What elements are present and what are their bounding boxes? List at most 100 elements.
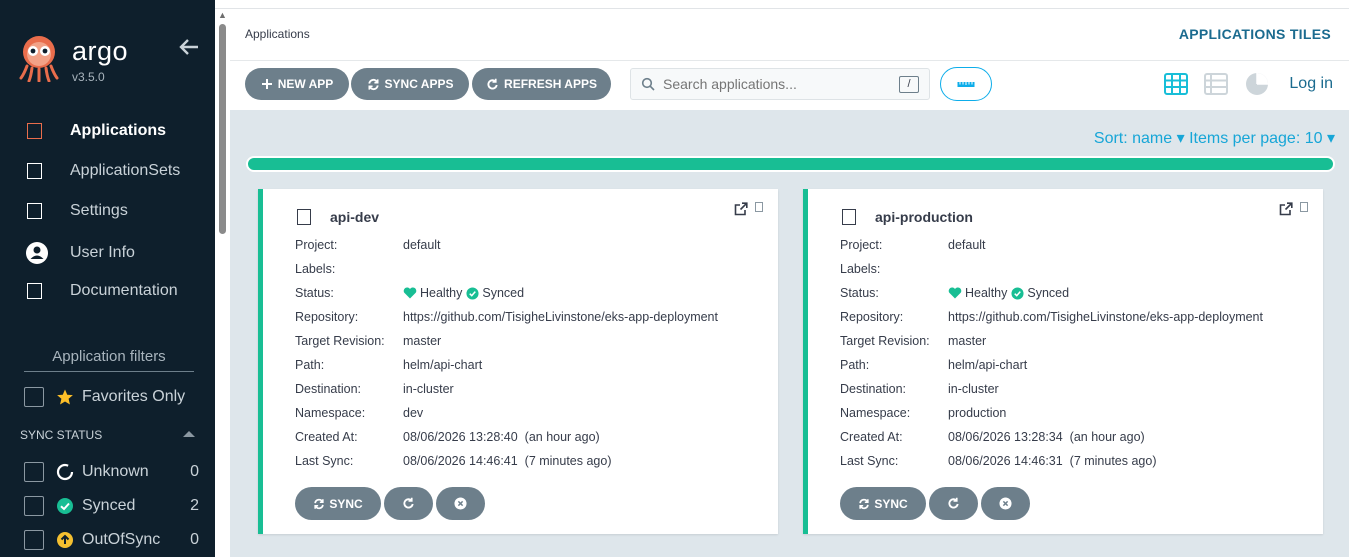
relative-time: (an hour ago) [1069, 430, 1145, 444]
favorite-toggle-icon[interactable] [1300, 202, 1308, 212]
sort-caret-icon[interactable]: ▾ [1172, 130, 1185, 147]
nav-user-info[interactable]: User Info [0, 238, 215, 268]
items-caret-icon[interactable]: ▾ [1323, 130, 1335, 147]
synced-checkbox[interactable] [24, 496, 44, 516]
unknown-checkbox[interactable] [24, 462, 44, 482]
heart-icon [403, 287, 417, 299]
field-value: in-cluster [948, 382, 999, 396]
sync-filter-synced[interactable]: Synced 2 [24, 495, 199, 517]
app-delete-button[interactable] [436, 487, 485, 520]
search-input[interactable] [663, 76, 893, 92]
summary-pie-icon[interactable] [1245, 72, 1269, 96]
filters-toggle-button[interactable] [940, 67, 992, 101]
sync-icon [859, 498, 870, 509]
app-delete-button[interactable] [981, 487, 1030, 520]
app-tile-api-production[interactable]: api-production Project: default Labels: S… [803, 189, 1323, 534]
applications-content: Sort: name ▾ Items per page: 10 ▾ api-de… [230, 110, 1349, 557]
login-link[interactable]: Log in [1289, 75, 1333, 93]
sync-apps-label: SYNC APPS [384, 77, 454, 91]
nav-label: Applications [70, 122, 167, 139]
app-icon [297, 209, 311, 225]
scroll-up-arrow-icon[interactable]: ▲ [218, 10, 227, 20]
external-link-icon[interactable] [1279, 202, 1293, 216]
field-project: Project: default [840, 237, 986, 253]
relative-time: (7 minutes ago) [1069, 454, 1157, 468]
breadcrumb: Applications [245, 27, 310, 41]
field-namespace: Namespace: production [840, 405, 1006, 421]
field-label: Destination: [295, 382, 362, 396]
collapse-up-icon[interactable] [182, 428, 196, 442]
field-last-sync: Last Sync: 08/06/2026 14:46:41 (7 minutes… [295, 453, 612, 469]
refresh-apps-button[interactable]: REFRESH APPS [472, 68, 611, 100]
sync-status: Synced [1027, 286, 1070, 300]
sync-apps-button[interactable]: SYNC APPS [351, 68, 469, 100]
health-status: Healthy [420, 286, 463, 300]
field-label: Project: [840, 238, 883, 252]
new-app-button[interactable]: NEW APP [245, 68, 349, 100]
relative-time: (an hour ago) [524, 430, 600, 444]
star-icon [56, 388, 74, 406]
items-per-page-dropdown[interactable]: Items per page: 10 [1189, 130, 1322, 147]
field-label: Repository: [295, 310, 359, 324]
field-status: Status: Healthy Synced [840, 285, 1069, 301]
nav-label: ApplicationSets [70, 162, 181, 179]
app-name[interactable]: api-production [875, 209, 973, 225]
app-sync-button[interactable]: SYNC [840, 487, 926, 520]
relative-time: (7 minutes ago) [524, 454, 612, 468]
field-label: Status: [840, 286, 879, 300]
field-label: Created At: [840, 430, 903, 444]
favorites-label: Favorites Only [82, 388, 186, 405]
field-value: in-cluster [403, 382, 454, 396]
field-label: Target Revision: [295, 334, 385, 348]
filter-count: 0 [190, 463, 199, 480]
documentation-icon [27, 283, 42, 299]
app-sync-button[interactable]: SYNC [295, 487, 381, 520]
external-link-icon[interactable] [734, 202, 748, 216]
sort-dropdown[interactable]: Sort: name [1094, 130, 1172, 147]
scrollbar-thumb[interactable] [219, 24, 226, 234]
favorites-checkbox[interactable] [24, 387, 44, 407]
nav-applications[interactable]: Applications [0, 116, 215, 146]
filter-label: OutOfSync [82, 531, 161, 548]
search-shortcut-hint: / [899, 76, 919, 93]
filter-label: Synced [82, 497, 136, 514]
list-view-icon[interactable] [1204, 72, 1228, 96]
field-project: Project: default [295, 237, 441, 253]
sync-status-header[interactable]: SYNC STATUS [20, 428, 196, 442]
field-label: Labels: [840, 262, 881, 276]
nav-documentation[interactable]: Documentation [0, 276, 215, 306]
field-status: Status: Healthy Synced [295, 285, 524, 301]
app-name[interactable]: api-dev [330, 209, 379, 225]
applicationsets-icon [27, 163, 42, 179]
synced-check-icon [466, 286, 479, 300]
app-refresh-button[interactable] [384, 487, 433, 520]
field-value: helm/api-chart [948, 358, 1028, 372]
tiles-view-icon[interactable] [1164, 72, 1188, 96]
favorites-only-filter[interactable]: Favorites Only [24, 386, 199, 408]
field-value: production [948, 406, 1007, 420]
app-refresh-button[interactable] [929, 487, 978, 520]
nav-settings[interactable]: Settings [0, 196, 215, 226]
field-path: Path: helm/api-chart [840, 357, 1027, 373]
filter-count: 0 [190, 531, 199, 548]
field-label: Project: [295, 238, 338, 252]
sync-filter-outofsync[interactable]: OutOfSync 0 [24, 529, 199, 551]
nav-applicationsets[interactable]: ApplicationSets [0, 156, 215, 186]
ruler-icon [957, 82, 975, 87]
sync-filter-unknown[interactable]: Unknown 0 [24, 461, 199, 483]
argo-logo[interactable] [18, 34, 60, 83]
field-created-at: Created At: 08/06/2026 13:28:40 (an hour … [295, 429, 600, 445]
field-label: Last Sync: [840, 454, 899, 468]
field-value: 08/06/2026 13:28:34 [948, 430, 1063, 444]
search-box[interactable]: / [630, 68, 930, 100]
field-label: Last Sync: [295, 454, 354, 468]
outofsync-checkbox[interactable] [24, 530, 44, 550]
field-label: Destination: [840, 382, 907, 396]
favorite-toggle-icon[interactable] [755, 202, 763, 212]
field-repository: Repository: https://github.com/TisigheLiv… [295, 309, 718, 325]
app-actions: SYNC [295, 487, 488, 520]
application-filters-title: Application filters [24, 348, 194, 372]
app-tile-api-dev[interactable]: api-dev Project: default Labels: Status: … [258, 189, 778, 534]
collapse-sidebar-icon[interactable] [178, 36, 200, 64]
page-scrollbar[interactable]: ▲ [215, 8, 230, 557]
